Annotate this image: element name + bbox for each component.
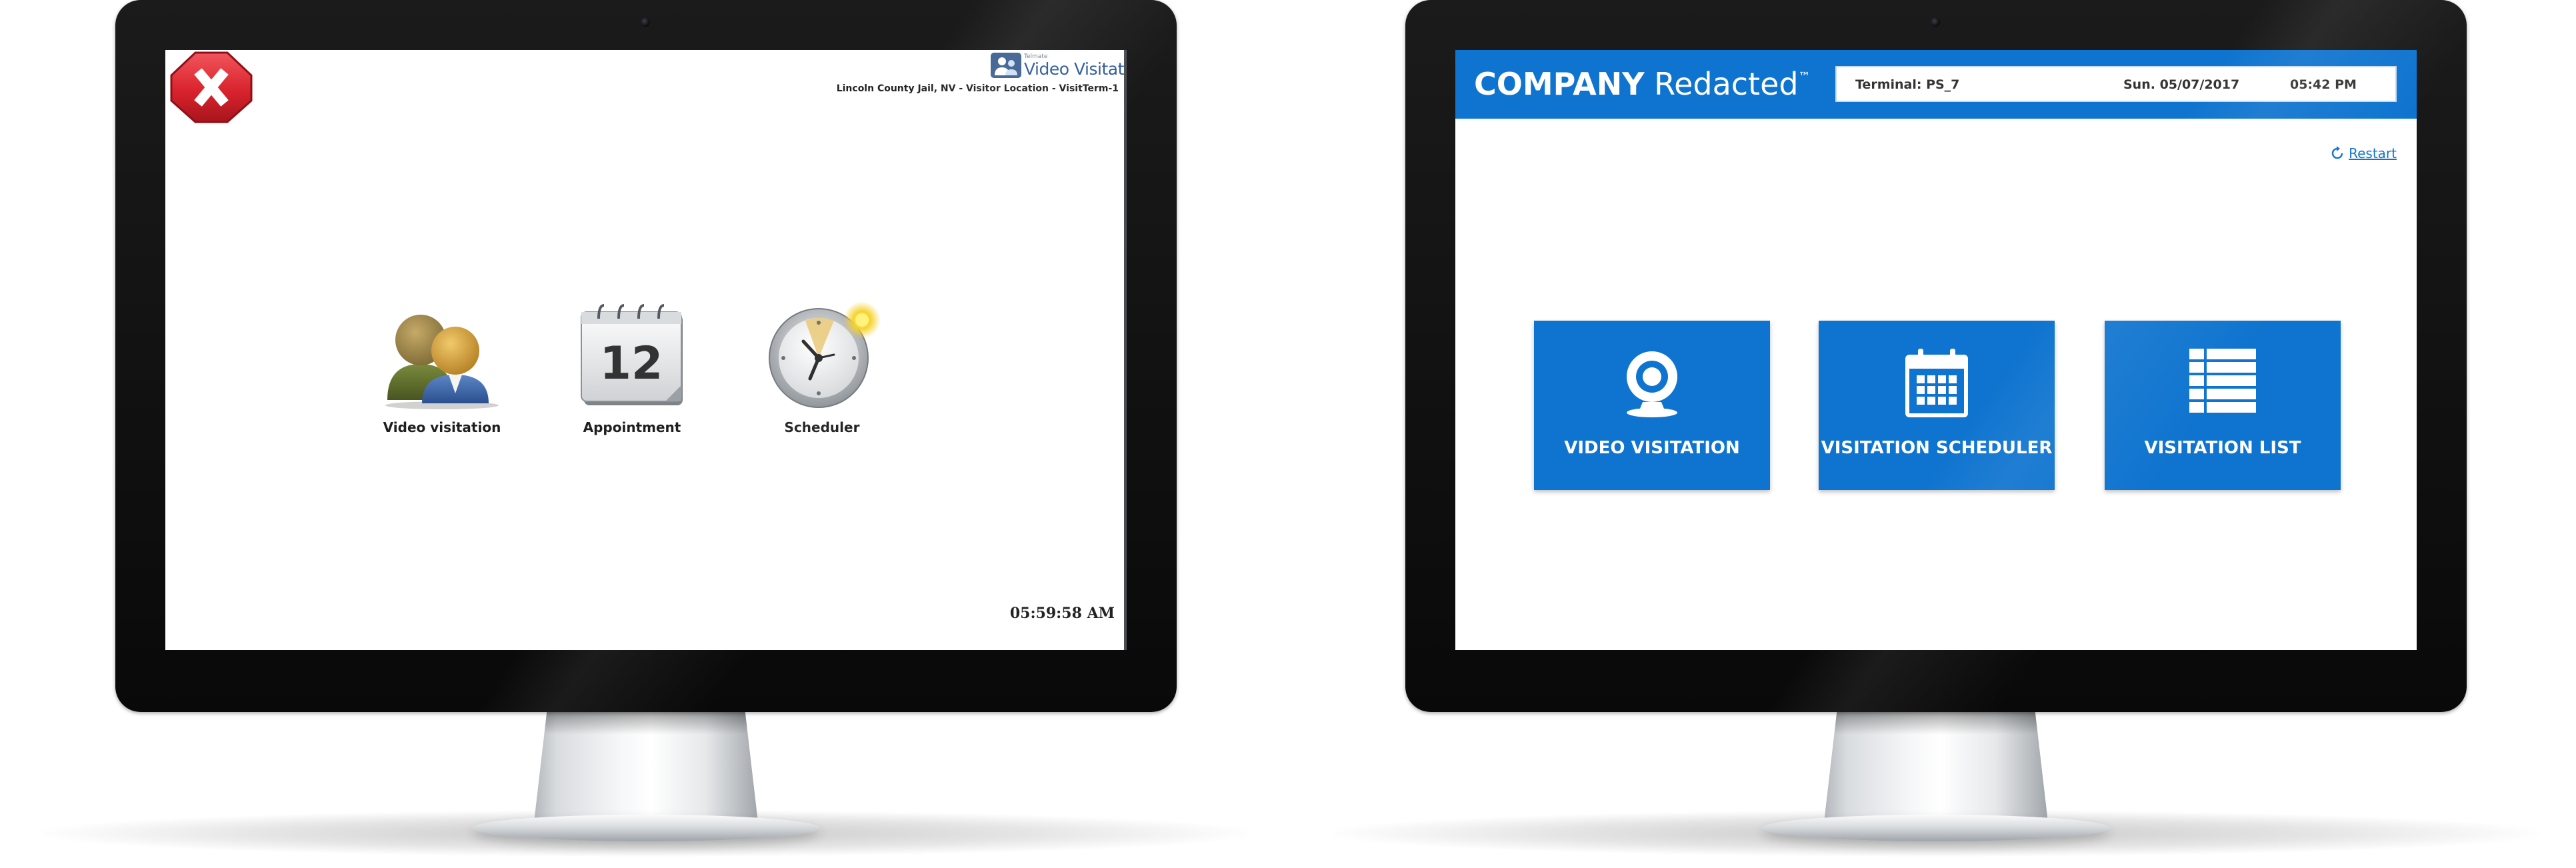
close-icon[interactable] [169,50,254,123]
launcher-video-visitation[interactable]: Video visitation [355,300,529,435]
restart-link[interactable]: Restart [2330,145,2397,161]
clock-icon [769,301,881,408]
left-monitor: Telmate Video Visitation Lincoln County … [42,0,1250,868]
brand-title: Video Visitation [1024,59,1124,79]
launcher-label: Appointment [583,419,681,435]
restart-label: Restart [2349,145,2397,161]
clock-display: 05:59:58 AM [1009,605,1115,622]
monitor-stand [1824,712,2048,819]
refresh-icon [2331,146,2343,159]
trademark-symbol: ™ [1798,70,1811,84]
launcher-scheduler[interactable]: Scheduler [735,300,909,435]
monitor-bezel: Telmate Video Visitation Lincoln County … [115,0,1177,712]
tile-visitation-list[interactable]: VISITATION LIST [2105,321,2341,490]
tile-visitation-scheduler[interactable]: VISITATION SCHEDULER [1819,321,2055,490]
list-icon [2189,349,2256,413]
company-name-bold: COMPANY [1474,66,1645,102]
calendar-icon [1905,349,1968,417]
tile-video-visitation[interactable]: VIDEO VISITATION [1534,321,1770,490]
monitor-bezel: COMPANY Redacted™ Terminal: PS_7 Sun. 05… [1405,0,2467,712]
launcher-label: Video visitation [383,419,501,435]
monitor-stand-base [472,815,820,841]
visitor-logo-icon [991,53,1021,78]
calendar-day-number: 12 [600,337,663,390]
tile-label: VISITATION SCHEDULER [1821,438,2053,458]
header-bar: COMPANY Redacted™ Terminal: PS_7 Sun. 05… [1455,50,2417,119]
right-monitor: COMPANY Redacted™ Terminal: PS_7 Sun. 05… [1332,0,2540,868]
terminal-id: Terminal: PS_7 [1855,77,1960,92]
monitor-stand-base [1762,815,2110,841]
webcam-icon [1627,351,1677,417]
company-logo: COMPANY Redacted™ [1474,66,1811,102]
current-date: Sun. 05/07/2017 [2123,77,2240,92]
camera-icon [641,17,650,27]
tile-label: VIDEO VISITATION [1564,438,1740,458]
monitor-stand [534,712,758,819]
launcher-label: Scheduler [784,419,860,435]
current-time: 05:42 PM [2290,77,2357,92]
company-name: Redacted [1654,66,1799,102]
kiosk-screen-left: Telmate Video Visitation Lincoln County … [165,50,1127,650]
tile-label: VISITATION LIST [2144,438,2301,458]
location-text: Lincoln County Jail, NV - Visitor Locati… [836,83,1119,94]
camera-icon [1931,17,1940,27]
kiosk-screen-right: COMPANY Redacted™ Terminal: PS_7 Sun. 05… [1455,50,2417,650]
users-icon [385,315,499,409]
launcher-appointment[interactable]: 12 Appointment [545,300,719,435]
brand-logo: Telmate Video Visitation [991,51,1124,81]
terminal-info-panel: Terminal: PS_7 Sun. 05/07/2017 05:42 PM [1835,66,2397,102]
calendar-icon: 12 [581,304,683,405]
